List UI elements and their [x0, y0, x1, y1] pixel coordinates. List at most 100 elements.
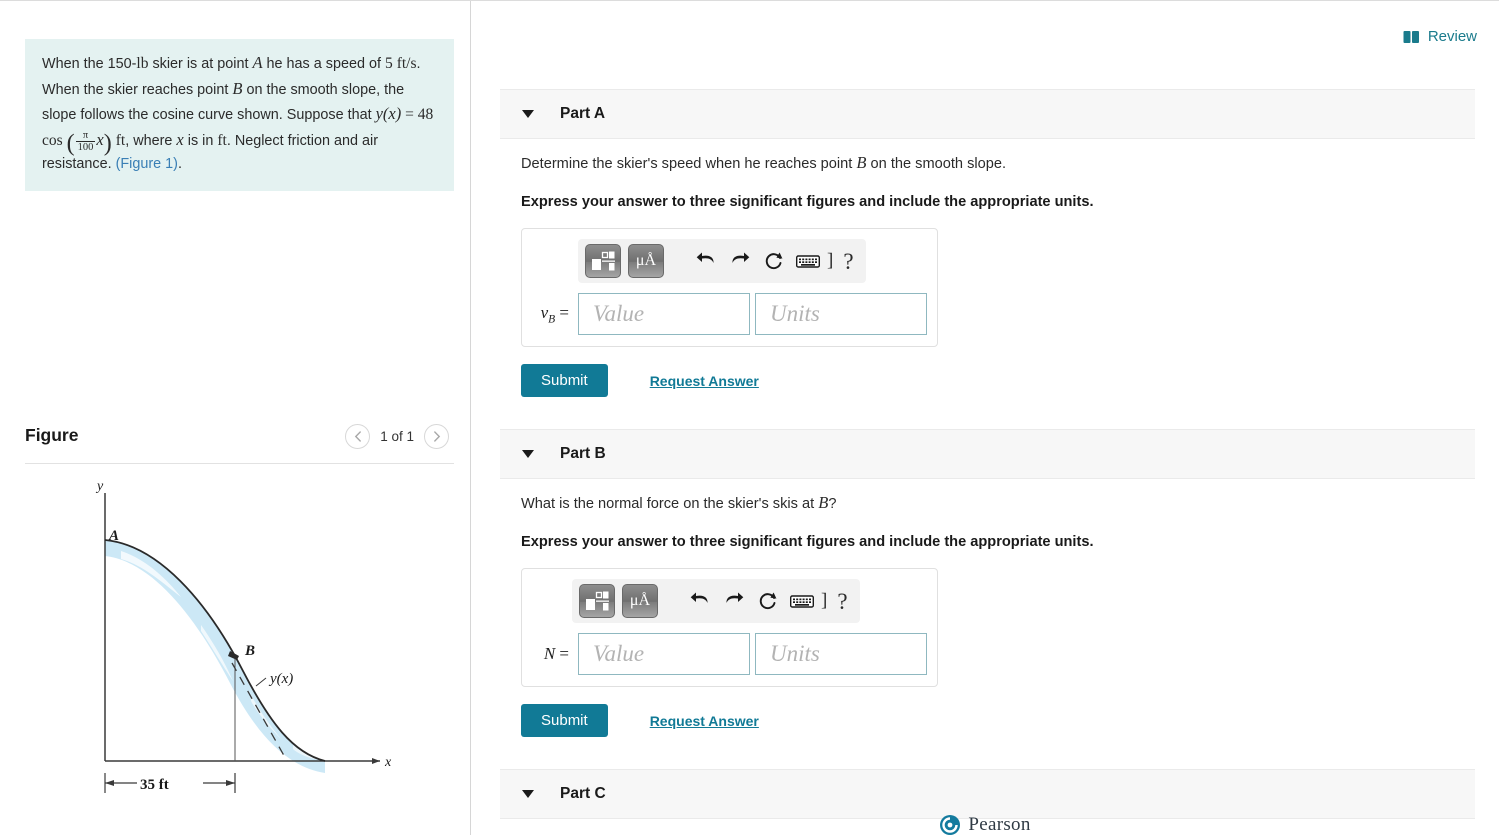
dimension-arrow-left: [105, 780, 114, 786]
function-x: x: [96, 129, 104, 149]
part-b-submit-button[interactable]: Submit: [521, 704, 608, 737]
toolbar-bracket: ]: [821, 590, 828, 611]
math-template-icon[interactable]: [579, 584, 615, 618]
part-a-variable: v: [540, 302, 549, 322]
part-b-input-row: N =: [532, 633, 927, 675]
collapse-caret-icon: [522, 110, 534, 118]
problem-line4-a: Suppose that: [286, 107, 376, 123]
part-a-question-var: B: [856, 153, 867, 172]
collapse-caret-icon: [522, 790, 534, 798]
part-a-math-toolbar: μÅ] ?: [578, 239, 866, 283]
dimension-label: 35 ft: [140, 777, 169, 793]
part-c-label: Part C: [560, 785, 606, 802]
unit-ftps: ft/s: [396, 55, 417, 72]
part-b-label: Part B: [560, 445, 606, 462]
figure-prev-button[interactable]: [345, 424, 371, 449]
function-arg: (x): [382, 104, 402, 123]
part-a-answer-box: μÅ] ? vB = Value Units: [521, 228, 938, 347]
problem-line4-is: is: [183, 132, 199, 149]
undo-icon[interactable]: [683, 584, 717, 618]
template-glyph-icon: [586, 591, 609, 610]
micro-angstrom-icon[interactable]: μÅ: [628, 244, 664, 278]
review-button[interactable]: Review: [1403, 28, 1477, 45]
keyboard-glyph-icon: [796, 254, 820, 268]
reset-icon[interactable]: [751, 584, 785, 618]
part-a-header[interactable]: Part A: [500, 89, 1475, 139]
figure-header: Figure 1 of 1: [25, 424, 454, 463]
problem-statement: When the 150-lb skier is at point A he h…: [25, 39, 454, 191]
math-template-icon[interactable]: [585, 244, 621, 278]
part-b-question-pre: What is the normal force on the skier's …: [521, 496, 819, 512]
figure-title: Figure: [25, 425, 79, 445]
keyboard-icon[interactable]: [791, 244, 825, 278]
figure-page-indicator: 1 of 1: [380, 429, 414, 444]
page-root: When the 150-lb skier is at point A he h…: [0, 0, 1499, 835]
snow-band: [105, 540, 325, 773]
fraction-numerator: π: [82, 129, 89, 141]
part-b-question-var: B: [818, 493, 829, 512]
reset-glyph-icon: [765, 252, 783, 270]
part-a-actions: Submit Request Answer: [521, 364, 1475, 397]
template-glyph-icon: [592, 251, 615, 270]
figure-1-link[interactable]: (Figure 1): [116, 156, 178, 172]
part-a-submit-button[interactable]: Submit: [521, 364, 608, 397]
problem-line1-b: skier is at point: [148, 56, 253, 72]
y-axis-label: y: [95, 479, 104, 494]
redo-icon[interactable]: [717, 584, 751, 618]
curve-label: y(x): [268, 671, 293, 687]
undo-glyph-icon: [690, 592, 708, 603]
reset-glyph-icon: [759, 592, 777, 610]
point-a-label: A: [108, 528, 119, 544]
problem-line1-c: he has a speed of: [262, 56, 381, 72]
part-a-variable-label: vB =: [532, 303, 578, 325]
dimension-arrow-right: [226, 780, 235, 786]
redo-glyph-icon: [726, 592, 744, 603]
figure-next-button[interactable]: [424, 424, 449, 449]
point-b-label: B: [244, 643, 255, 659]
help-icon[interactable]: ?: [837, 590, 847, 613]
reset-icon[interactable]: [757, 244, 791, 278]
unit-lb: lb: [136, 55, 149, 72]
part-a-body: Determine the skier's speed when he reac…: [500, 153, 1475, 397]
unit-ft-2: ft: [217, 131, 227, 149]
part-b-answer-box: μÅ] ? N = Value Units: [521, 568, 938, 687]
part-a-units-input[interactable]: [755, 293, 927, 335]
part-a-question-post: on the smooth slope.: [866, 156, 1007, 172]
undo-glyph-icon: [696, 252, 714, 263]
toolbar-bracket: ]: [827, 250, 834, 271]
problem-text: When the 150-lb skier is at point A he h…: [42, 51, 438, 177]
part-c-header[interactable]: Part C: [500, 769, 1475, 819]
part-b-request-answer-link[interactable]: Request Answer: [650, 713, 759, 729]
part-b-equals: =: [555, 644, 569, 663]
part-a-value-input[interactable]: [578, 293, 750, 335]
part-b-value-input[interactable]: [578, 633, 750, 675]
problem-line1-a: When the 150-: [42, 56, 137, 72]
part-b-header[interactable]: Part B: [500, 429, 1475, 479]
fraction-pi-over-100: π 100: [75, 129, 96, 153]
variable-x: x: [176, 129, 184, 149]
assignment-panel: Review Part A Determine the skier's spee…: [471, 1, 1499, 835]
part-b-units-input[interactable]: [755, 633, 927, 675]
part-a-label: Part A: [560, 105, 606, 122]
undo-icon[interactable]: [689, 244, 723, 278]
redo-icon[interactable]: [723, 244, 757, 278]
collapse-caret-icon: [522, 450, 534, 458]
part-a-question-pre: Determine the skier's speed when he reac…: [521, 156, 857, 172]
part-a-request-answer-link[interactable]: Request Answer: [650, 373, 759, 389]
curve-leader-line: [255, 677, 267, 687]
pearson-footer: Pearson: [471, 814, 1499, 835]
function-y: y: [375, 104, 383, 123]
ski-slope-figure: y x A B y(x) 35 ft: [95, 479, 392, 793]
problem-panel: When the 150-lb skier is at point A he h…: [0, 1, 471, 835]
unit-ft-1: ft: [115, 131, 126, 149]
chevron-right-icon: [433, 431, 440, 442]
keyboard-icon[interactable]: [785, 584, 819, 618]
part-b-instruction: Express your answer to three significant…: [521, 534, 1094, 550]
part-b-question-post: ?: [828, 496, 837, 512]
problem-line4-where: , where: [125, 132, 177, 149]
review-label: Review: [1427, 28, 1477, 45]
help-icon[interactable]: ?: [843, 250, 853, 273]
micro-angstrom-icon[interactable]: μÅ: [622, 584, 658, 618]
open-paren: (: [66, 129, 75, 156]
point-b-var: B: [232, 78, 243, 98]
